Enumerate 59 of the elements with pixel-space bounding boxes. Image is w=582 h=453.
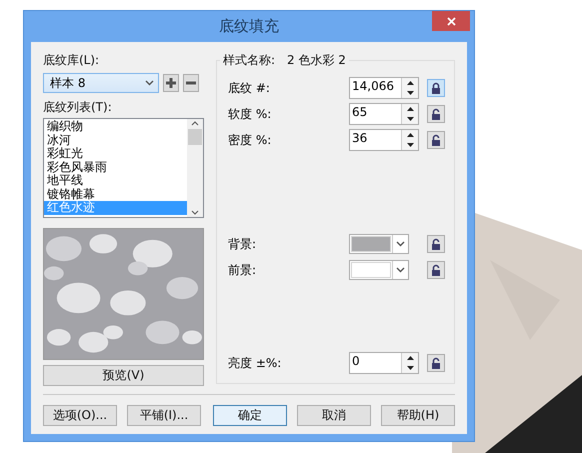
unlocked-padlock-icon xyxy=(431,357,441,369)
down-arrow-icon xyxy=(406,91,414,95)
field-label: 前景: xyxy=(228,262,258,278)
field-label: 亮度 ±%: xyxy=(228,354,282,372)
list-item[interactable]: 镀铬帷幕 xyxy=(44,188,187,201)
list-item[interactable]: 彩虹光 xyxy=(44,147,187,160)
scroll-thumb[interactable] xyxy=(188,129,202,145)
scroll-up-icon[interactable] xyxy=(191,121,199,126)
plus-icon xyxy=(166,78,176,88)
up-arrow-icon xyxy=(406,81,414,85)
field-label: 底纹 #: xyxy=(228,80,271,96)
up-arrow-icon xyxy=(406,133,414,137)
window-title: 底纹填充 xyxy=(219,17,279,36)
unlocked-padlock-icon xyxy=(431,264,441,276)
number-spinner[interactable]: 14,066 xyxy=(349,77,419,99)
up-arrow-icon xyxy=(406,356,414,360)
lock-button[interactable] xyxy=(427,261,445,279)
list-item[interactable]: 冰河 xyxy=(44,134,187,147)
number-spinner[interactable]: 36 xyxy=(349,129,419,151)
close-icon xyxy=(446,16,456,26)
down-arrow-icon xyxy=(406,366,414,370)
list-item[interactable]: 彩色风暴雨 xyxy=(44,160,187,174)
texture-list-label: 底纹列表(T): xyxy=(43,99,113,116)
lock-button[interactable] xyxy=(427,105,445,123)
lock-button[interactable] xyxy=(427,235,445,253)
number-spinner[interactable]: 0 xyxy=(349,352,419,374)
up-arrow-icon xyxy=(406,107,414,111)
preview-button[interactable]: 预览(V) xyxy=(43,365,204,386)
unlocked-padlock-icon xyxy=(431,238,441,250)
unlocked-padlock-icon xyxy=(431,108,441,120)
dialog-button[interactable]: 帮助(H) xyxy=(381,405,455,426)
dialog-button[interactable]: 选项(O)... xyxy=(43,405,117,426)
unlocked-padlock-icon xyxy=(431,134,441,146)
number-spinner[interactable]: 65 xyxy=(349,103,419,125)
add-button[interactable] xyxy=(163,74,179,92)
field-label: 软度 %: xyxy=(228,106,272,122)
dialog-button[interactable]: 取消 xyxy=(297,405,371,426)
down-arrow-icon xyxy=(406,117,414,121)
scroll-down-icon[interactable] xyxy=(191,210,199,215)
list-item[interactable]: 编织物 xyxy=(44,120,187,134)
dialog-button[interactable]: 平铺(I)... xyxy=(127,405,201,426)
lock-button[interactable] xyxy=(427,131,445,149)
library-label: 底纹库(L): xyxy=(43,52,100,69)
field-label: 背景: xyxy=(228,236,258,252)
lock-button[interactable] xyxy=(427,354,445,372)
scrollbar[interactable] xyxy=(187,119,203,217)
library-dropdown[interactable]: 样本 8 xyxy=(43,73,159,93)
remove-button[interactable] xyxy=(183,74,199,92)
list-item[interactable]: 地平线 xyxy=(44,174,187,188)
style-name-label: 样式名称: xyxy=(223,52,276,69)
close-button[interactable] xyxy=(432,11,470,31)
field-label: 密度 %: xyxy=(228,132,272,148)
dialog-button[interactable]: 确定 xyxy=(213,405,287,426)
locked-padlock-icon xyxy=(431,82,441,94)
color-dropdown[interactable] xyxy=(349,260,409,280)
style-name-value: 2 色水彩 2 xyxy=(287,52,346,69)
lock-button[interactable] xyxy=(427,79,445,97)
down-arrow-icon xyxy=(406,143,414,147)
color-dropdown[interactable] xyxy=(349,234,409,254)
